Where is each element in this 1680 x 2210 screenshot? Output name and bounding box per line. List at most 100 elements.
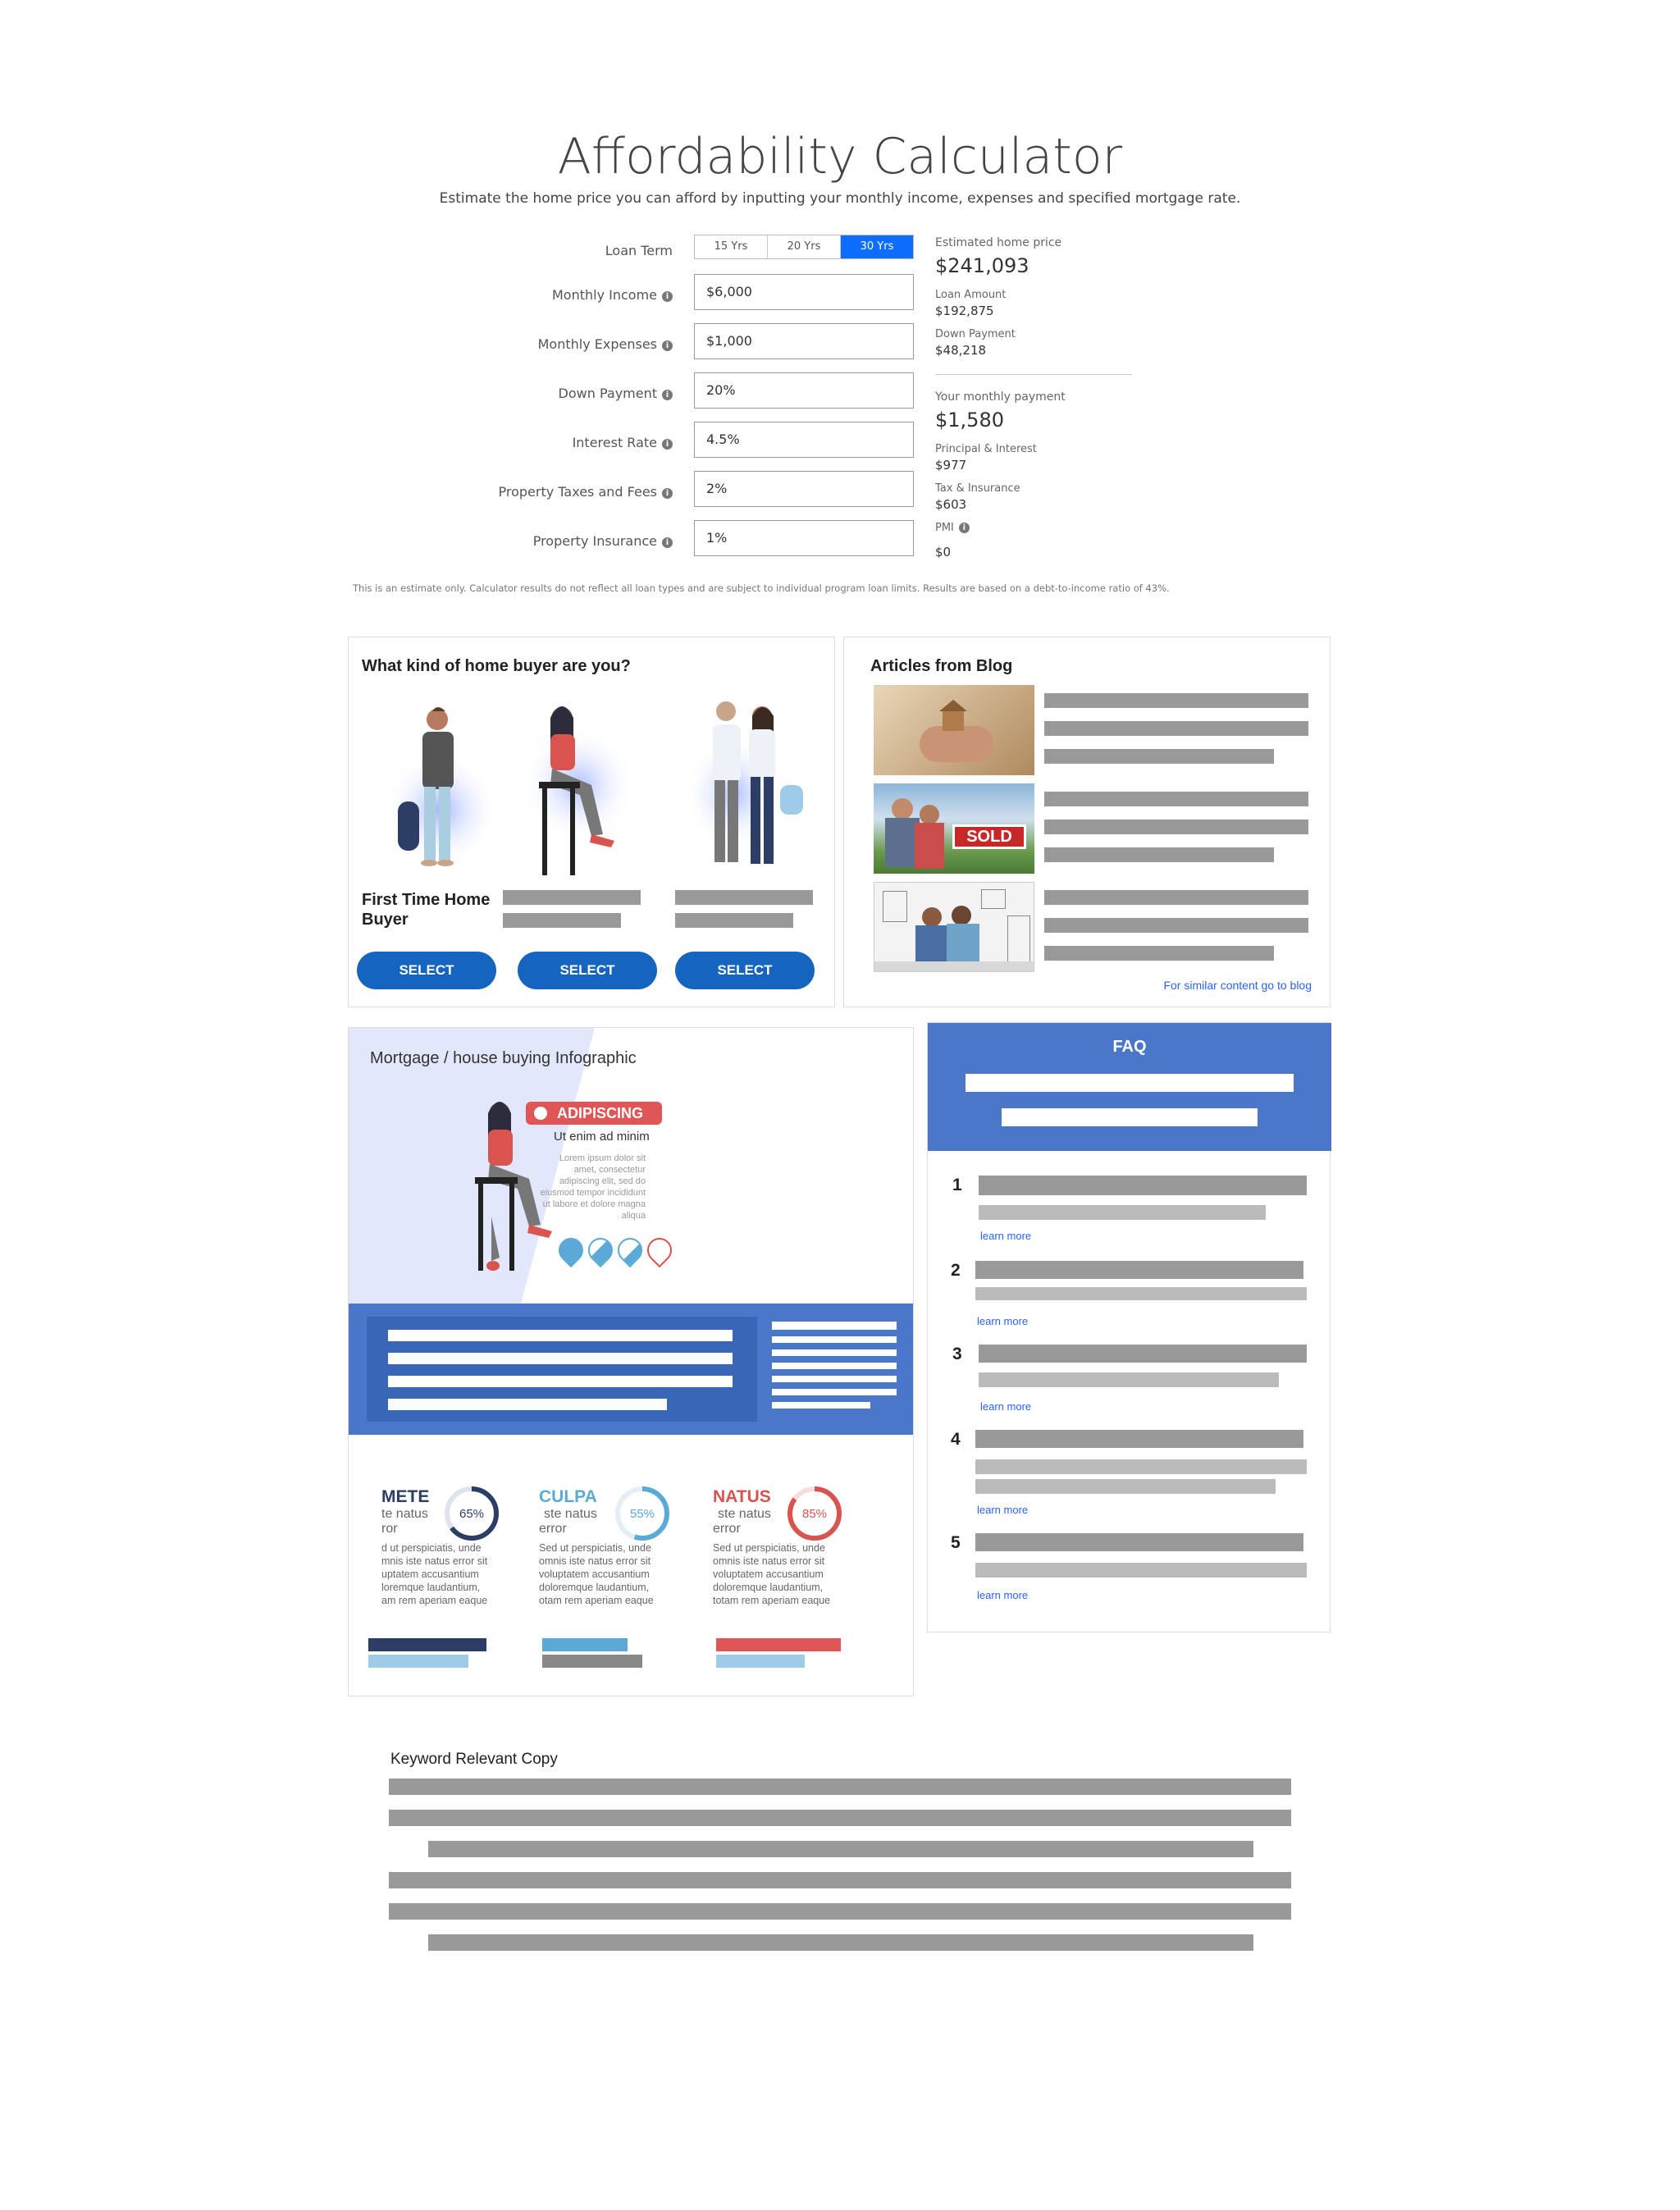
dot-icon (534, 1107, 547, 1120)
placeholder-bar (1044, 918, 1308, 933)
loan-term-label: Loan Term (605, 243, 673, 258)
down-payment-result-label: Down Payment (935, 328, 1016, 340)
pmi-value: $0 (935, 545, 952, 559)
monthly-income-field[interactable]: $6,000 (694, 274, 914, 310)
faq-answer-bar (979, 1205, 1266, 1220)
info-icon[interactable]: i (662, 488, 673, 499)
placeholder-bar (503, 913, 621, 928)
info-icon[interactable]: i (662, 291, 673, 302)
blog-thumbnail[interactable]: SOLD (874, 783, 1034, 874)
map-pin-icon (641, 1232, 678, 1268)
svg-text:85%: 85% (802, 1507, 827, 1521)
sold-sign: SOLD (952, 824, 1026, 849)
loan-term-selector: 15 Yrs 20 Yrs 30 Yrs (694, 235, 914, 259)
info-icon[interactable]: i (662, 537, 673, 548)
faq-header: FAQ (928, 1023, 1331, 1151)
infographic-tagline: Ut enim ad minim (554, 1130, 650, 1144)
placeholder-bar (675, 913, 793, 928)
disclaimer: This is an estimate only. Calculator res… (353, 582, 1170, 594)
faq-learn-more[interactable]: learn more (977, 1504, 1028, 1516)
faq-question-bar[interactable] (975, 1430, 1303, 1448)
stat-bar (368, 1638, 486, 1651)
faq-answer-bar (975, 1479, 1276, 1494)
placeholder-bar (1044, 749, 1274, 764)
est-price-label: Estimated home price (935, 236, 1062, 249)
monthly-expenses-field[interactable]: $1,000 (694, 323, 914, 359)
placeholder-bar (966, 1074, 1294, 1092)
faq-number: 5 (951, 1533, 961, 1552)
placeholder-bar (389, 1872, 1291, 1888)
info-icon[interactable]: i (662, 390, 673, 400)
down-payment-field[interactable]: 20% (694, 372, 914, 409)
placeholder-bar (1044, 693, 1308, 708)
select-first-time-button[interactable]: SELECT (357, 952, 496, 989)
blog-more-link[interactable]: For similar content go to blog (1163, 979, 1312, 992)
keyword-copy-title: Keyword Relevant Copy (390, 1751, 558, 1768)
faq-number: 3 (952, 1345, 962, 1363)
stat-bar (542, 1638, 628, 1651)
placeholder-bar (503, 890, 641, 905)
info-icon[interactable]: i (958, 523, 970, 533)
faq-learn-more[interactable]: learn more (977, 1315, 1028, 1327)
loan-term-20[interactable]: 20 Yrs (767, 235, 840, 258)
loan-term-15[interactable]: 15 Yrs (695, 235, 767, 258)
progress-ring-natus: 85% (788, 1486, 842, 1541)
tax-insurance-label: Tax & Insurance (935, 482, 1020, 495)
placeholder-bar (1044, 721, 1308, 736)
interest-rate-field[interactable]: 4.5% (694, 422, 914, 458)
monthly-income-label: Monthly Income i (361, 287, 673, 303)
progress-ring-culpa: 55% (615, 1486, 669, 1541)
pmi-label: PMI i (935, 522, 970, 534)
monthly-payment-value: $1,580 (935, 409, 1004, 431)
select-single-button[interactable]: SELECT (518, 952, 657, 989)
faq-question-bar[interactable] (975, 1261, 1303, 1279)
progress-ring-mete: 65% (445, 1486, 499, 1541)
map-pin-icon (553, 1232, 589, 1268)
faq-answer-bar (979, 1372, 1279, 1387)
page-title: Affordability Calculator (557, 128, 1123, 185)
select-couple-button[interactable]: SELECT (675, 952, 815, 989)
faq-learn-more[interactable]: learn more (980, 1230, 1031, 1242)
stat-body: Sed ut perspiciatis, unde omnis iste natu… (539, 1542, 654, 1606)
blog-thumbnail[interactable] (874, 685, 1034, 775)
infographic-title: Mortgage / house buying Infographic (370, 1049, 637, 1067)
placeholder-bar (389, 1810, 1291, 1826)
placeholder-bar (1044, 946, 1274, 961)
interest-rate-label: Interest Rate i (361, 435, 673, 450)
svg-text:55%: 55% (630, 1507, 655, 1521)
placeholder-bar (1044, 792, 1308, 806)
loan-term-30[interactable]: 30 Yrs (840, 235, 913, 258)
principal-interest-value: $977 (935, 458, 967, 473)
results-divider (935, 374, 1132, 375)
faq-card: FAQ 1 learn more 2 learn more 3 learn mo… (927, 1022, 1331, 1632)
stat-bar (716, 1638, 841, 1651)
placeholder-bar (389, 1779, 1291, 1795)
property-insurance-field[interactable]: 1% (694, 520, 914, 556)
info-icon[interactable]: i (662, 439, 673, 450)
property-taxes-field[interactable]: 2% (694, 471, 914, 507)
faq-question-bar[interactable] (979, 1176, 1307, 1195)
faq-answer-bar (975, 1287, 1307, 1300)
faq-question-bar[interactable] (979, 1345, 1307, 1363)
property-insurance-label: Property Insurance i (361, 533, 673, 549)
page-subtitle: Estimate the home price you can afford b… (439, 190, 1241, 207)
infographic-band (349, 1304, 913, 1435)
house-icon (943, 710, 964, 731)
blog-thumbnail[interactable] (874, 882, 1034, 972)
svg-text:65%: 65% (459, 1507, 484, 1521)
faq-question-bar[interactable] (975, 1533, 1303, 1551)
faq-learn-more[interactable]: learn more (977, 1589, 1028, 1601)
faq-number: 2 (951, 1261, 961, 1280)
property-taxes-label: Property Taxes and Fees i (361, 484, 673, 500)
loan-amount-label: Loan Amount (935, 289, 1007, 301)
info-icon[interactable]: i (662, 340, 673, 351)
map-pin-icon (612, 1232, 648, 1268)
placeholder-bar (1002, 1108, 1258, 1126)
faq-title: FAQ (1112, 1038, 1147, 1056)
placeholder-bar (1044, 847, 1274, 862)
placeholder-bar (1044, 890, 1308, 905)
faq-learn-more[interactable]: learn more (980, 1400, 1031, 1413)
down-payment-label: Down Payment i (361, 386, 673, 401)
principal-interest-label: Principal & Interest (935, 443, 1037, 455)
faq-number: 4 (951, 1430, 961, 1449)
